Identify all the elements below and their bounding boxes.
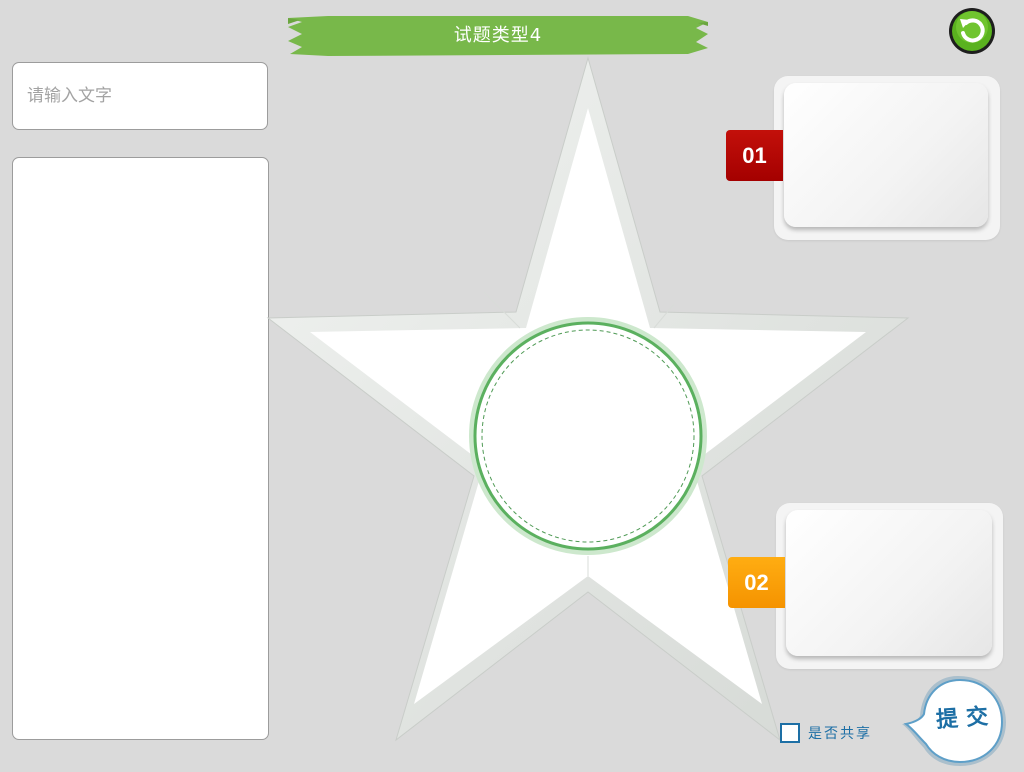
content-textarea[interactable] — [12, 157, 269, 740]
refresh-icon — [949, 8, 995, 54]
title-ribbon: 试题类型4 — [288, 14, 708, 58]
share-checkbox[interactable] — [780, 723, 800, 743]
refresh-button[interactable] — [948, 7, 996, 55]
answer-card-1 — [774, 76, 1000, 240]
answer-slot-2[interactable] — [786, 510, 992, 656]
share-label: 是否共享 — [808, 726, 872, 742]
submit-button[interactable]: 提交 — [898, 672, 1008, 768]
center-circle-target[interactable] — [472, 320, 704, 552]
number-tag-2: 02 — [728, 557, 785, 608]
answer-slot-1[interactable] — [784, 83, 988, 227]
answer-card-2 — [776, 503, 1003, 669]
number-tag-1: 01 — [726, 130, 783, 181]
text-input[interactable] — [12, 62, 268, 130]
page-title: 试题类型4 — [453, 25, 543, 46]
submit-label: 提交 — [935, 702, 997, 734]
